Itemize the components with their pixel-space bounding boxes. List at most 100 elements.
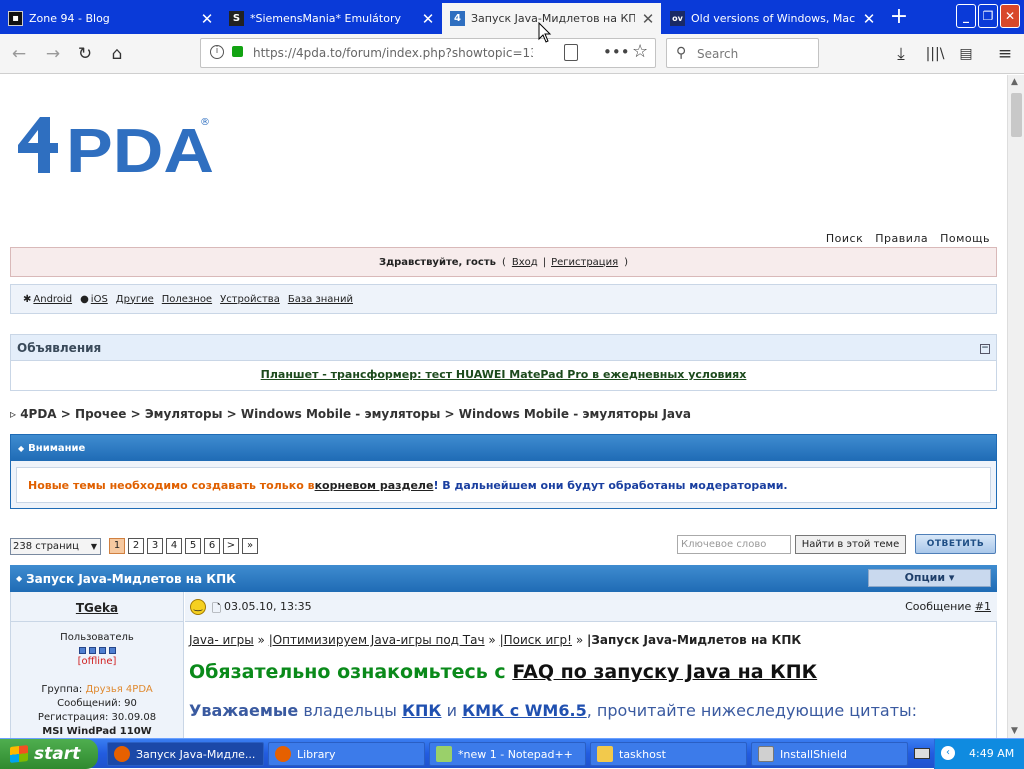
bullet-icon: ◆ [18,443,25,453]
close-tab-icon[interactable]: ✕ [856,10,882,28]
close-tab-icon[interactable]: ✕ [635,10,661,28]
author-name[interactable]: TGeka [76,601,118,615]
faq-heading: Обязательно ознакомьтесь с FAQ по запуск… [189,661,817,683]
system-tray: ‹ 4:49 AM [934,739,1024,769]
page-link[interactable]: 5 [185,538,201,554]
reload-button[interactable]: ↻ [72,42,98,66]
topic-header: ◆ Запуск Java-Мидлетов на КПК Опции ▾ [10,565,997,592]
new-tab-button[interactable]: + [884,6,914,30]
breadcrumb-item[interactable]: Windows Mobile - эмуляторы [241,407,441,421]
clock[interactable]: 4:49 AM [969,747,1014,760]
path-link[interactable]: |Поиск игр! [500,633,572,647]
taskbar-item-library[interactable]: Library [268,742,425,766]
close-tab-icon[interactable]: ✕ [194,10,220,28]
sidebar-icon[interactable]: ▤ [953,42,979,66]
tab-title: Zone 94 - Blog [29,12,110,25]
scroll-thumb[interactable] [1011,93,1022,137]
page-link[interactable]: 2 [128,538,144,554]
rules-link[interactable]: Правила [875,232,928,245]
path-link[interactable]: Java- игры [189,633,254,647]
taskbar-item-installshield[interactable]: InstallShield [751,742,908,766]
find-in-topic-button[interactable]: Найти в этой теме [795,535,906,554]
download-icon[interactable]: ⤓ [888,42,914,66]
search-bar[interactable]: ⚲ Search [666,38,819,68]
search-link[interactable]: Поиск [826,232,863,245]
breadcrumb-item[interactable]: Эмуляторы [145,407,223,421]
kmk-link[interactable]: КМК с WM6.5 [462,701,587,720]
last-page-link[interactable]: » [242,538,258,554]
path-link[interactable]: |Оптимизируем Java-игры под Тач [269,633,485,647]
taskbar-item-taskhost[interactable]: taskhost [590,742,747,766]
minimize-button[interactable]: _ [956,4,976,28]
nav-knowledge-base[interactable]: База знаний [288,294,353,305]
tab-title: Old versions of Windows, Mac an [691,12,856,25]
site-logo[interactable]: PDA ® [16,115,216,186]
scroll-up-icon[interactable]: ▲ [1011,77,1018,87]
page-link[interactable]: 3 [147,538,163,554]
keyword-input[interactable]: Ключевое слово [677,535,791,554]
page-scrollbar[interactable]: ▲ ▼ [1007,75,1024,738]
pages-select[interactable]: 238 страниц ▼ [10,538,101,555]
bookmark-star-icon[interactable]: ☆ [632,41,648,62]
reply-button[interactable]: ОТВЕТИТЬ [915,534,996,554]
breadcrumb-item[interactable]: Прочее [75,407,126,421]
tab-siemensmania[interactable]: S *SiemensMania* Emulátory ✕ [221,3,441,34]
smiley-icon: ‿ [190,599,206,615]
nav-other[interactable]: Другие [116,294,154,305]
register-link[interactable]: Регистрация [551,257,618,268]
nav-ios[interactable]: iOS [91,294,108,305]
announcement-link[interactable]: Планшет - трансформер: тест HUAWEI MateP… [261,368,747,381]
kpk-link[interactable]: КПК [402,701,442,720]
siemensmania-icon: S [229,11,244,26]
faq-link[interactable]: FAQ по запуску Java на КПК [512,661,817,683]
home-button[interactable]: ⌂ [104,42,130,66]
close-window-button[interactable]: ✕ [1000,4,1020,28]
notice-box: ◆ Внимание Новые темы необходимо создава… [10,434,997,509]
back-button[interactable]: ← [6,42,32,66]
taskbar-item-notepad[interactable]: *new 1 - Notepad++ [429,742,586,766]
maximize-button[interactable]: ❐ [978,4,998,28]
more-actions-icon[interactable]: ••• [603,43,630,61]
registered-mark: ® [200,117,210,128]
svg-text:PDA: PDA [66,117,214,175]
nav-useful[interactable]: Полезное [162,294,212,305]
tab-oldversion[interactable]: ov Old versions of Windows, Mac an ✕ [662,3,882,34]
info-icon[interactable]: i [210,45,224,59]
nav-devices[interactable]: Устройства [220,294,280,305]
collapse-icon[interactable]: − [980,344,990,354]
page-link[interactable]: 1 [109,538,125,554]
post-line-2: Уважаемые владельцы КПК и КМК с WM6.5, п… [189,701,917,720]
breadcrumb-item[interactable]: Windows Mobile - эмуляторы Java [459,407,691,421]
url-bar[interactable]: i https://4pda.to/forum/index.php?showto… [200,38,656,68]
page-link[interactable]: 4 [166,538,182,554]
start-label: start [34,744,81,764]
breadcrumb-item[interactable]: 4PDA [20,407,56,421]
author-role: Пользователь [60,632,134,643]
options-button[interactable]: Опции ▾ [868,569,991,587]
scroll-down-icon[interactable]: ▼ [1011,726,1018,736]
login-link[interactable]: Вход [512,257,538,268]
tab-zone94[interactable]: ▪ Zone 94 - Blog ✕ [0,3,220,34]
menu-icon[interactable]: ≡ [992,42,1018,66]
group-value: Друзья 4PDA [85,684,153,695]
taskbar-item-firefox[interactable]: Запуск Java-Мидле... [107,742,264,766]
forward-button[interactable]: → [40,42,66,66]
notice-root-link[interactable]: корневом разделе [315,479,434,492]
line2-b: владельцы [298,701,402,720]
post-number-link[interactable]: #1 [975,600,991,613]
top-links: Поиск Правила Помощь [826,232,990,245]
start-button[interactable]: start [0,739,98,769]
help-link[interactable]: Помощь [940,232,990,245]
keyboard-icon[interactable] [914,748,930,759]
url-text[interactable]: https://4pda.to/forum/index.php?showtopi… [253,46,533,60]
close-tab-icon[interactable]: ✕ [415,10,441,28]
library-icon[interactable]: |||\ [922,42,948,66]
tray-arrow-icon[interactable]: ‹ [941,746,955,760]
next-page-link[interactable]: > [223,538,239,554]
page-link[interactable]: 6 [204,538,220,554]
post-path: Java- игры » |Оптимизируем Java-игры под… [189,633,801,647]
taskbar: start Запуск Java-Мидле... Library *new … [0,738,1024,769]
greeting-text: Здравствуйте, гость [378,256,496,268]
nav-android[interactable]: Android [33,294,72,305]
reader-view-icon[interactable] [564,44,578,61]
